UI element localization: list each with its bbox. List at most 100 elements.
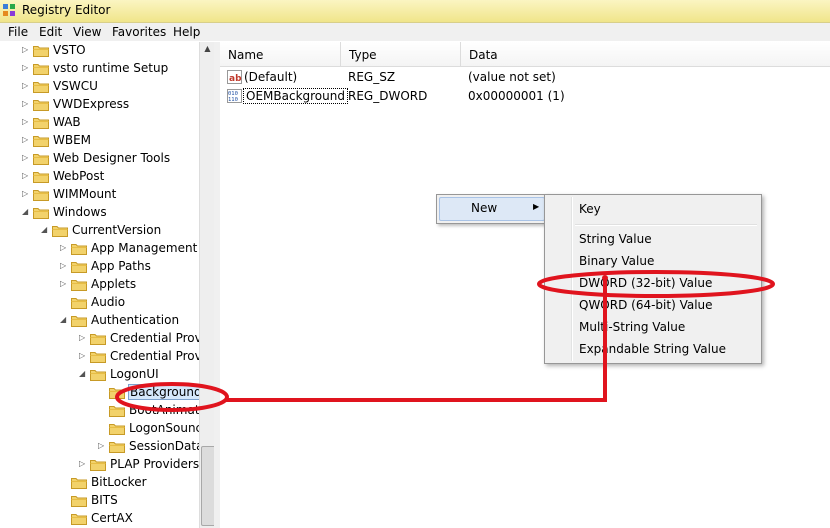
folder-icon (71, 314, 87, 327)
new-submenu: Key String Value Binary Value DWORD (32-… (544, 194, 762, 364)
submenu-arrow-icon: ▶ (533, 202, 540, 211)
menu-item-multi-string-value[interactable]: Multi-String Value (547, 316, 759, 338)
title-bar: Registry Editor (0, 0, 830, 23)
tree-item-label: VSWCU (53, 79, 98, 93)
tree-item-label: VWDExpress (53, 97, 130, 111)
folder-icon (33, 170, 49, 183)
folder-icon (90, 332, 106, 345)
expand-arrow-icon[interactable]: ▷ (22, 82, 30, 90)
folder-icon (71, 242, 87, 255)
folder-icon (71, 296, 87, 309)
folder-icon (33, 116, 49, 129)
tree-connector (60, 514, 68, 522)
folder-icon (71, 278, 87, 291)
expand-arrow-icon[interactable]: ▷ (79, 352, 87, 360)
value-row[interactable]: 010 110 OEMBackground REG_DWORD 0x000000… (220, 87, 830, 106)
collapse-arrow-icon[interactable]: ◢ (79, 370, 87, 378)
tree-connector (98, 388, 106, 396)
tree-item-label: Authentication (91, 313, 180, 327)
scroll-up-icon[interactable]: ▲ (200, 44, 215, 56)
expand-arrow-icon[interactable]: ▷ (22, 118, 30, 126)
menu-separator (575, 224, 757, 226)
context-menu: New ▶ (436, 194, 548, 224)
menu-item-binary-value[interactable]: Binary Value (547, 250, 759, 272)
tree-scrollbar[interactable]: ▲ (199, 42, 216, 528)
registry-tree[interactable]: ▷ VSTO ▷ vsto runtime Setup ▷ VSWCU ▷ VWDExpres… (0, 42, 215, 528)
menu-item-key[interactable]: Key (547, 198, 759, 220)
expand-arrow-icon[interactable]: ▷ (79, 334, 87, 342)
tree-item-label: Applets (91, 277, 137, 291)
tree-item-label: WIMMount (53, 187, 117, 201)
tree-item-label: App Paths (91, 259, 151, 273)
svg-text:110: 110 (228, 97, 238, 103)
folder-icon (109, 440, 125, 453)
folder-icon (90, 458, 106, 471)
menu-view[interactable]: View (73, 25, 101, 39)
tree-connector (60, 478, 68, 486)
expand-arrow-icon[interactable]: ▷ (22, 190, 30, 198)
tree-item-label: Audio (91, 295, 126, 309)
column-header-data[interactable]: Data (461, 42, 830, 67)
expand-arrow-icon[interactable]: ▷ (22, 136, 30, 144)
tree-item-label: Credential Provi (110, 331, 206, 345)
tree-item-label: CurrentVersion (72, 223, 162, 237)
folder-icon (33, 62, 49, 75)
tree-item-label: LogonUI (110, 367, 159, 381)
expand-arrow-icon[interactable]: ▷ (22, 46, 30, 54)
folder-icon (109, 404, 125, 417)
tree-item-label: App Management (91, 241, 198, 255)
tree-item-label: BITS (91, 493, 118, 507)
tree-item-label: Credential Provi (110, 349, 206, 363)
tree-connector (98, 406, 106, 414)
menu-item-dword-value[interactable]: DWORD (32-bit) Value (547, 272, 759, 294)
collapse-arrow-icon[interactable]: ◢ (22, 208, 30, 216)
svg-text:ab: ab (229, 74, 242, 84)
tree-item-label: BootAnimat (129, 403, 200, 417)
string-value-icon: ab (227, 70, 242, 84)
tree-item-label: Windows (53, 205, 107, 219)
folder-icon (90, 368, 106, 381)
expand-arrow-icon[interactable]: ▷ (22, 100, 30, 108)
expand-arrow-icon[interactable]: ▷ (22, 64, 30, 72)
folder-icon (71, 260, 87, 273)
column-header-name[interactable]: Name (220, 42, 341, 67)
folder-icon (71, 476, 87, 489)
tree-connector (60, 496, 68, 504)
tree-item-label: PLAP Providers (110, 457, 200, 471)
registry-icon (3, 4, 15, 16)
folder-icon (33, 80, 49, 93)
expand-arrow-icon[interactable]: ▷ (22, 172, 30, 180)
window-title: Registry Editor (22, 3, 111, 17)
tree-connector (98, 424, 106, 432)
expand-arrow-icon[interactable]: ▷ (60, 262, 68, 270)
tree-item-label: BitLocker (91, 475, 147, 489)
value-row[interactable]: ab (Default) REG_SZ (value not set) (220, 68, 830, 87)
menu-edit[interactable]: Edit (39, 25, 62, 39)
menu-item-string-value[interactable]: String Value (547, 228, 759, 250)
folder-icon (109, 386, 125, 399)
expand-arrow-icon[interactable]: ▷ (60, 280, 68, 288)
folder-icon (109, 422, 125, 435)
collapse-arrow-icon[interactable]: ◢ (60, 316, 68, 324)
menu-favorites[interactable]: Favorites (112, 25, 166, 39)
column-header-type[interactable]: Type (341, 42, 461, 67)
menu-item-expandable-string-value[interactable]: Expandable String Value (547, 338, 759, 360)
tree-item-label: WBEM (53, 133, 92, 147)
binary-value-icon: 010 110 (227, 89, 242, 103)
menu-item-qword-value[interactable]: QWORD (64-bit) Value (547, 294, 759, 316)
tree-item-label: CertAX (91, 511, 133, 525)
expand-arrow-icon[interactable]: ▷ (60, 244, 68, 252)
expand-arrow-icon[interactable]: ▷ (98, 442, 106, 450)
folder-icon (71, 512, 87, 525)
menu-file[interactable]: File (8, 25, 28, 39)
tree-item-label: vsto runtime Setup (53, 61, 169, 75)
expand-arrow-icon[interactable]: ▷ (79, 460, 87, 468)
collapse-arrow-icon[interactable]: ◢ (41, 226, 49, 234)
folder-icon (52, 224, 68, 237)
folder-icon (90, 350, 106, 363)
tree-item-label: LogonSounc (129, 421, 203, 435)
expand-arrow-icon[interactable]: ▷ (22, 154, 30, 162)
folder-icon (33, 152, 49, 165)
tree-item-label: Background (128, 384, 204, 400)
menu-help[interactable]: Help (173, 25, 200, 39)
